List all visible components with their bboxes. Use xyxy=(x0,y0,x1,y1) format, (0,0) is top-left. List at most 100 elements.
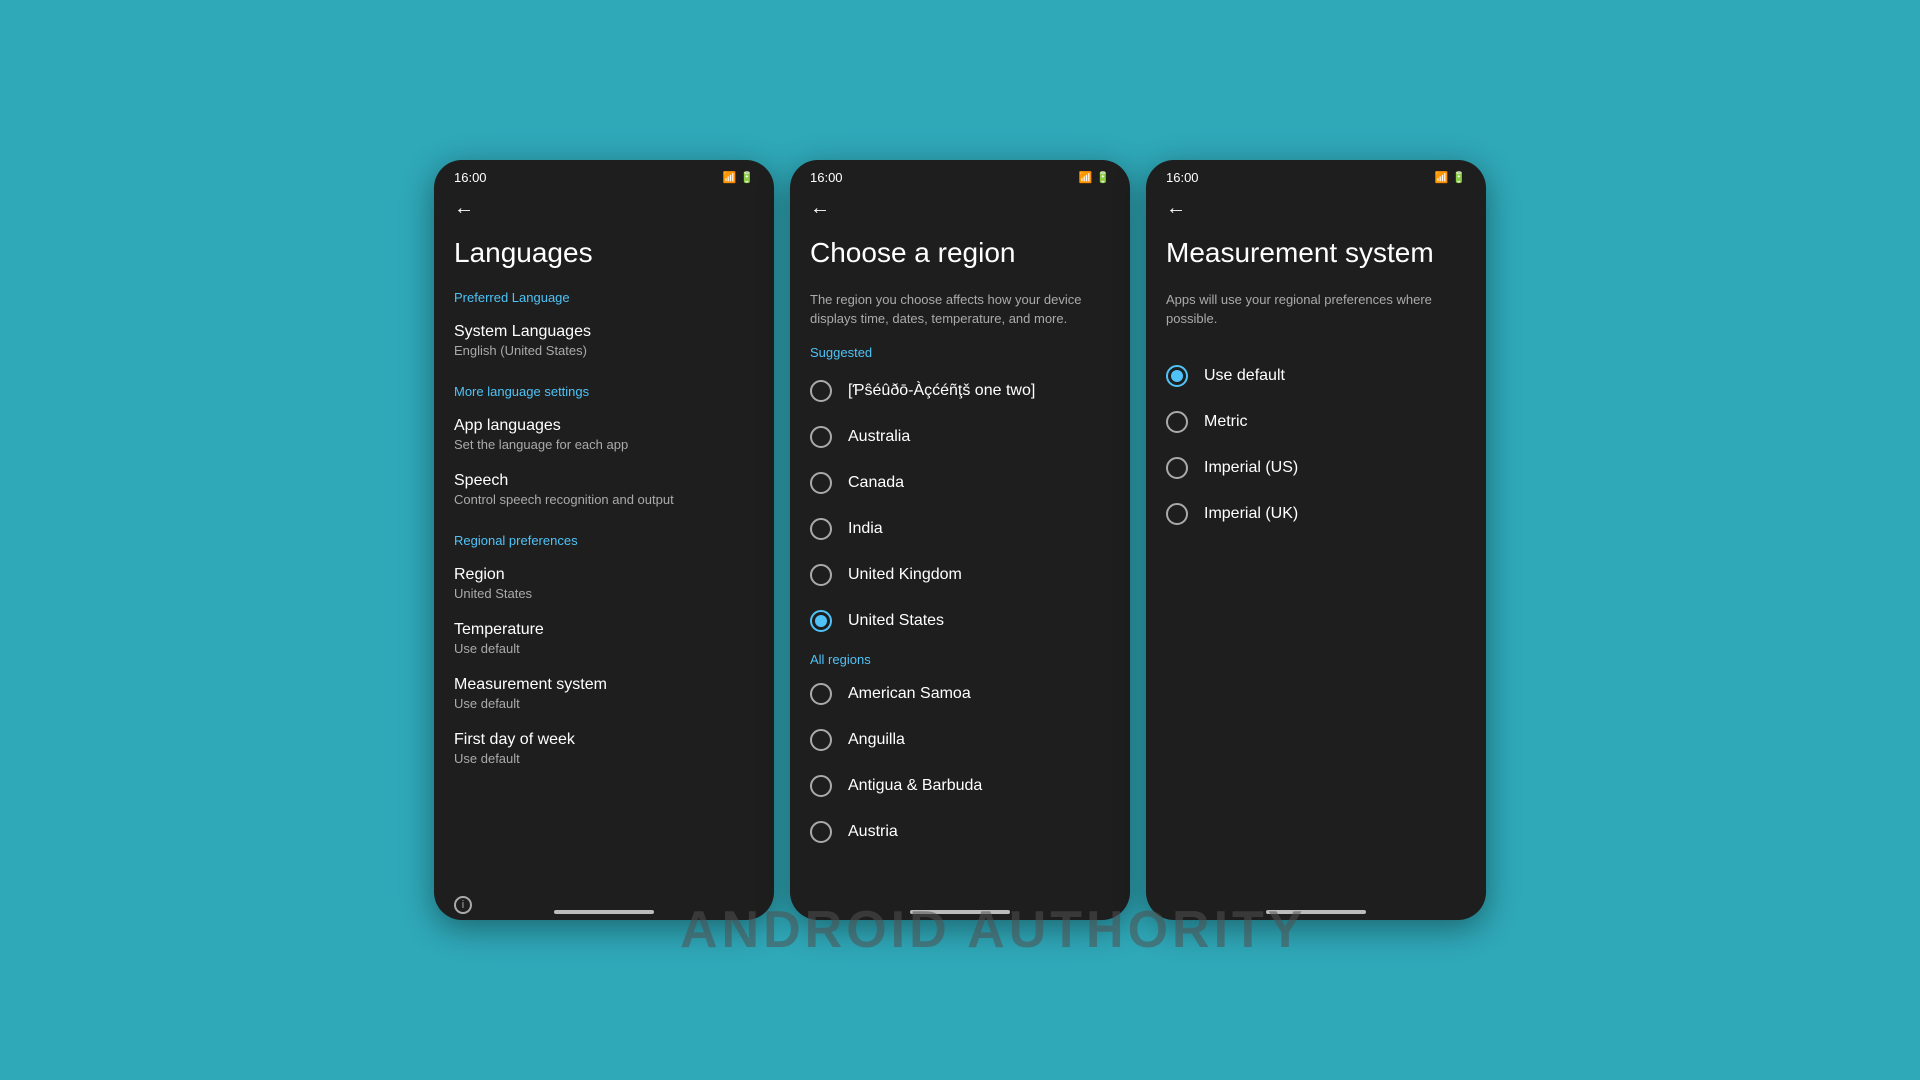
phone-languages: 16:00 📶 🔋 ← Languages Preferred Language… xyxy=(434,160,774,920)
app-languages-item[interactable]: App languages Set the language for each … xyxy=(454,407,754,462)
screen-wrapper-3: Measurement system Apps will use your re… xyxy=(1146,224,1486,920)
measurement-item[interactable]: Measurement system Use default xyxy=(454,666,754,721)
us-label: United States xyxy=(848,612,944,630)
system-languages-title: System Languages xyxy=(454,323,754,341)
home-indicator-1 xyxy=(554,910,654,914)
anguilla-label: Anguilla xyxy=(848,731,905,749)
languages-content: Languages Preferred Language System Lang… xyxy=(434,224,774,776)
metric-radio[interactable] xyxy=(1166,411,1188,433)
wifi-icon-2: 📶 xyxy=(1079,171,1093,184)
australia-radio[interactable] xyxy=(810,426,832,448)
suggested-label: Suggested xyxy=(810,345,1110,360)
back-button-1[interactable]: ← xyxy=(434,189,774,224)
region-content: Choose a region The region you choose af… xyxy=(790,224,1130,855)
battery-icon-3: 🔋 xyxy=(1452,171,1466,184)
canada-item[interactable]: Canada xyxy=(810,460,1110,506)
australia-item[interactable]: Australia xyxy=(810,414,1110,460)
measurement-description: Apps will use your regional preferences … xyxy=(1166,290,1466,329)
first-day-item[interactable]: First day of week Use default xyxy=(454,721,754,776)
back-button-3[interactable]: ← xyxy=(1146,189,1486,224)
measurement-title-heading: Measurement system xyxy=(1166,236,1466,270)
austria-item[interactable]: Austria xyxy=(810,809,1110,855)
battery-icon-1: 🔋 xyxy=(740,171,754,184)
speech-item[interactable]: Speech Control speech recognition and ou… xyxy=(454,462,754,517)
region-subtitle: United States xyxy=(454,586,754,601)
home-indicator-2 xyxy=(910,910,1010,914)
imperial-us-label: Imperial (US) xyxy=(1204,459,1298,477)
status-bar-3: 16:00 📶 🔋 xyxy=(1146,160,1486,189)
languages-title: Languages xyxy=(454,236,754,270)
first-day-title: First day of week xyxy=(454,731,754,749)
anguilla-item[interactable]: Anguilla xyxy=(810,717,1110,763)
more-language-label[interactable]: More language settings xyxy=(454,384,754,399)
use-default-label: Use default xyxy=(1204,367,1285,385)
time-2: 16:00 xyxy=(810,170,843,185)
phone-measurement: 16:00 📶 🔋 ← Measurement system Apps will… xyxy=(1146,160,1486,920)
india-radio[interactable] xyxy=(810,518,832,540)
status-icons-3: 📶 🔋 xyxy=(1435,171,1466,184)
temperature-title: Temperature xyxy=(454,621,754,639)
phone-region: 16:00 📶 🔋 ← Choose a region The region y… xyxy=(790,160,1130,920)
india-label: India xyxy=(848,520,883,538)
time-3: 16:00 xyxy=(1166,170,1199,185)
screen-wrapper-2: Choose a region The region you choose af… xyxy=(790,224,1130,920)
temperature-subtitle: Use default xyxy=(454,641,754,656)
imperial-uk-item[interactable]: Imperial (UK) xyxy=(1166,491,1466,537)
uk-item[interactable]: United Kingdom xyxy=(810,552,1110,598)
regional-prefs-label: Regional preferences xyxy=(454,533,754,548)
wifi-icon-1: 📶 xyxy=(723,171,737,184)
system-languages-subtitle: English (United States) xyxy=(454,343,754,358)
region-title: Region xyxy=(454,566,754,584)
american-samoa-label: American Samoa xyxy=(848,685,971,703)
american-samoa-radio[interactable] xyxy=(810,683,832,705)
antigua-item[interactable]: Antigua & Barbuda xyxy=(810,763,1110,809)
pseudo-radio[interactable] xyxy=(810,380,832,402)
use-default-item[interactable]: Use default xyxy=(1166,353,1466,399)
us-item[interactable]: United States xyxy=(810,598,1110,644)
pseudo-label: [Ƥŝéûðō-Àçćéñţš one two] xyxy=(848,382,1035,400)
info-icon-1[interactable]: i xyxy=(454,896,472,914)
metric-item[interactable]: Metric xyxy=(1166,399,1466,445)
app-languages-title: App languages xyxy=(454,417,754,435)
region-title-heading: Choose a region xyxy=(810,236,1110,270)
status-icons-1: 📶 🔋 xyxy=(723,171,754,184)
american-samoa-item[interactable]: American Samoa xyxy=(810,671,1110,717)
anguilla-radio[interactable] xyxy=(810,729,832,751)
region-item[interactable]: Region United States xyxy=(454,556,754,611)
canada-label: Canada xyxy=(848,474,904,492)
speech-subtitle: Control speech recognition and output xyxy=(454,492,754,507)
status-icons-2: 📶 🔋 xyxy=(1079,171,1110,184)
canada-radio[interactable] xyxy=(810,472,832,494)
imperial-uk-label: Imperial (UK) xyxy=(1204,505,1298,523)
temperature-item[interactable]: Temperature Use default xyxy=(454,611,754,666)
back-button-2[interactable]: ← xyxy=(790,189,1130,224)
metric-label: Metric xyxy=(1204,413,1248,431)
pseudo-item[interactable]: [Ƥŝéûðō-Àçćéñţš one two] xyxy=(810,368,1110,414)
wifi-icon-3: 📶 xyxy=(1435,171,1449,184)
antigua-radio[interactable] xyxy=(810,775,832,797)
home-indicator-3 xyxy=(1266,910,1366,914)
use-default-radio[interactable] xyxy=(1166,365,1188,387)
imperial-us-item[interactable]: Imperial (US) xyxy=(1166,445,1466,491)
imperial-us-radio[interactable] xyxy=(1166,457,1188,479)
phone-container: 16:00 📶 🔋 ← Languages Preferred Language… xyxy=(426,160,1494,920)
scroll-area-1: Languages Preferred Language System Lang… xyxy=(434,224,774,870)
india-item[interactable]: India xyxy=(810,506,1110,552)
first-day-subtitle: Use default xyxy=(454,751,754,766)
status-bar-1: 16:00 📶 🔋 xyxy=(434,160,774,189)
us-radio[interactable] xyxy=(810,610,832,632)
status-bar-2: 16:00 📶 🔋 xyxy=(790,160,1130,189)
austria-radio[interactable] xyxy=(810,821,832,843)
system-languages-item[interactable]: System Languages English (United States) xyxy=(454,313,754,368)
scroll-area-3: Measurement system Apps will use your re… xyxy=(1146,224,1486,884)
uk-label: United Kingdom xyxy=(848,566,962,584)
austria-label: Austria xyxy=(848,823,898,841)
app-languages-subtitle: Set the language for each app xyxy=(454,437,754,452)
antigua-label: Antigua & Barbuda xyxy=(848,777,982,795)
imperial-uk-radio[interactable] xyxy=(1166,503,1188,525)
measurement-content: Measurement system Apps will use your re… xyxy=(1146,224,1486,537)
screen-wrapper-1: Languages Preferred Language System Lang… xyxy=(434,224,774,920)
speech-title: Speech xyxy=(454,472,754,490)
uk-radio[interactable] xyxy=(810,564,832,586)
preferred-language-label: Preferred Language xyxy=(454,290,754,305)
